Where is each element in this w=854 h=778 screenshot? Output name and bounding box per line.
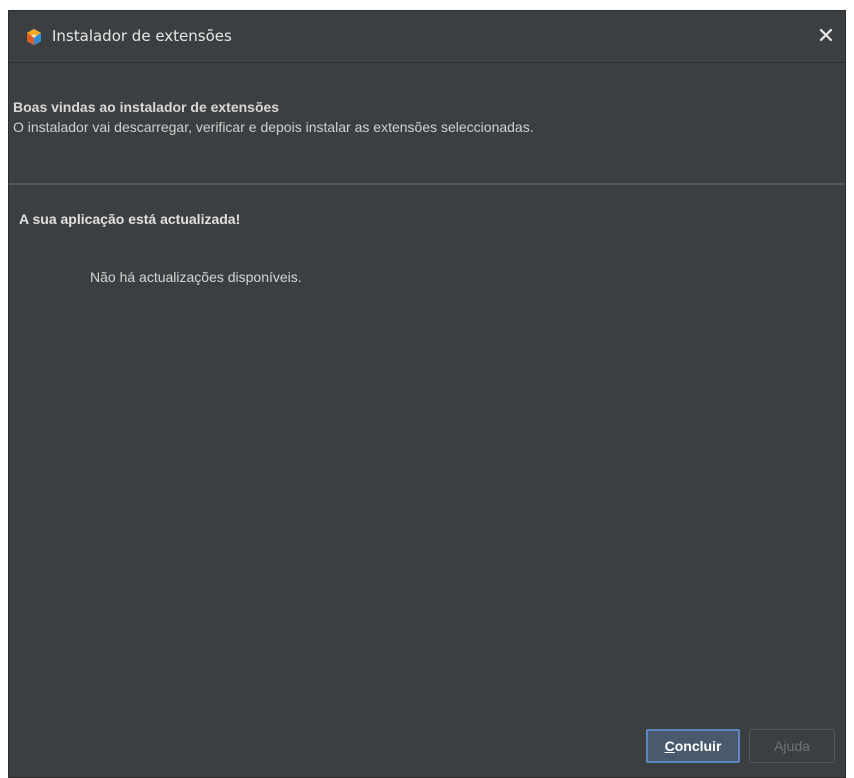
- welcome-description: O instalador vai descarregar, verificar …: [13, 119, 534, 135]
- close-icon[interactable]: ✕: [813, 23, 839, 49]
- installer-dialog: Instalador de extensões ✕ Boas vindas ao…: [8, 10, 846, 778]
- welcome-header: Boas vindas ao instalador de extensões O…: [9, 63, 845, 185]
- finish-button-label: oncluir: [674, 738, 722, 754]
- status-message: Não há actualizações disponíveis.: [90, 269, 302, 285]
- status-heading: A sua aplicação está actualizada!: [19, 211, 241, 227]
- welcome-title: Boas vindas ao instalador de extensões: [13, 99, 280, 115]
- window-title: Instalador de extensões: [52, 27, 232, 45]
- content-panel: A sua aplicação está actualizada! Não há…: [9, 185, 845, 777]
- title-bar[interactable]: Instalador de extensões ✕: [9, 11, 845, 63]
- finish-button-mnemonic: C: [664, 738, 675, 754]
- help-button[interactable]: Ajuda: [749, 729, 835, 763]
- finish-button[interactable]: Concluir: [646, 729, 740, 763]
- app-logo-icon: [27, 29, 41, 45]
